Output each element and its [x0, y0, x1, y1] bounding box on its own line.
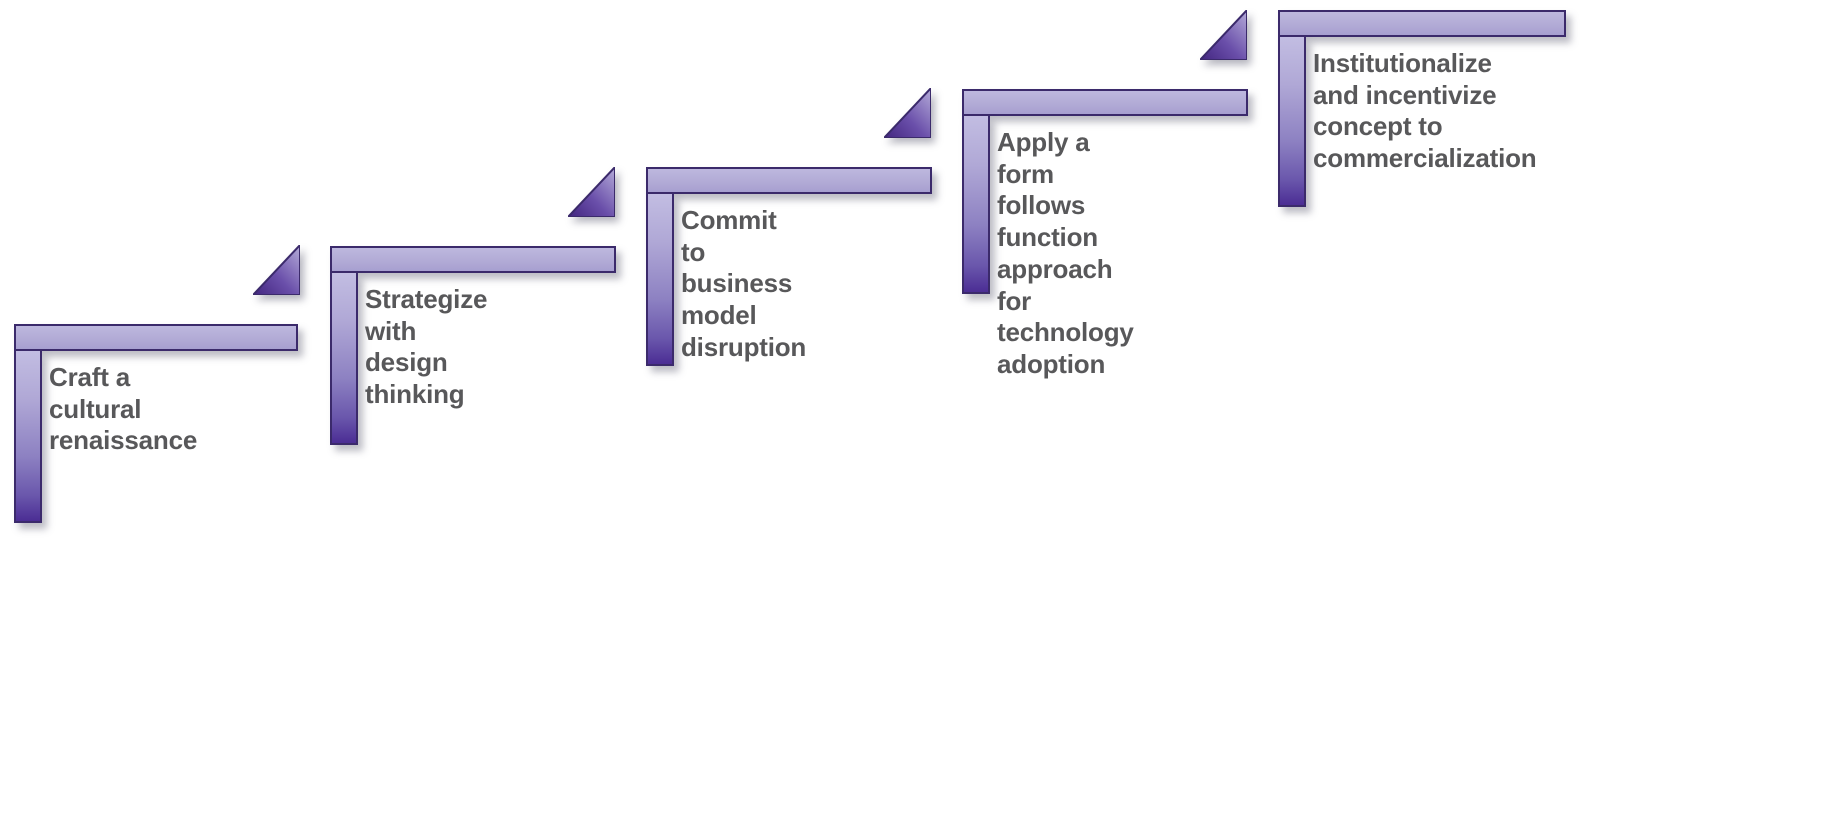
step-4-arrow-icon [1197, 7, 1248, 61]
step-2-arrow-icon [565, 164, 616, 218]
slide-canvas: Craft a cultural renaissance Strategize w… [0, 0, 1844, 820]
slide-footer: constellation™ RESEARCH © 2010-2016 Cons… [0, 710, 1844, 820]
step-3-label: Commit to business model disruption [681, 205, 807, 362]
step-4-top-bar [962, 89, 1248, 116]
step-3-top-bar [646, 167, 932, 194]
step-5-label: Institutionalize and incentivize concept… [1313, 48, 1537, 174]
step-5-top-bar [1278, 10, 1566, 37]
step-1-stem [14, 351, 42, 523]
step-2-stem [330, 273, 358, 445]
step-1-label: Craft a cultural renaissance [49, 362, 198, 456]
step-2-label: Strategize with design thinking [365, 284, 488, 410]
step-3-arrow-icon [881, 85, 932, 139]
step-3-stem [646, 194, 674, 366]
step-1-arrow-icon [250, 242, 301, 296]
step-2-top-bar [330, 246, 616, 273]
step-1-top-bar [14, 324, 298, 351]
step-4-stem [962, 116, 990, 294]
step-4-label: Apply a form follows function approach f… [997, 127, 1134, 380]
step-5-stem [1278, 37, 1306, 207]
